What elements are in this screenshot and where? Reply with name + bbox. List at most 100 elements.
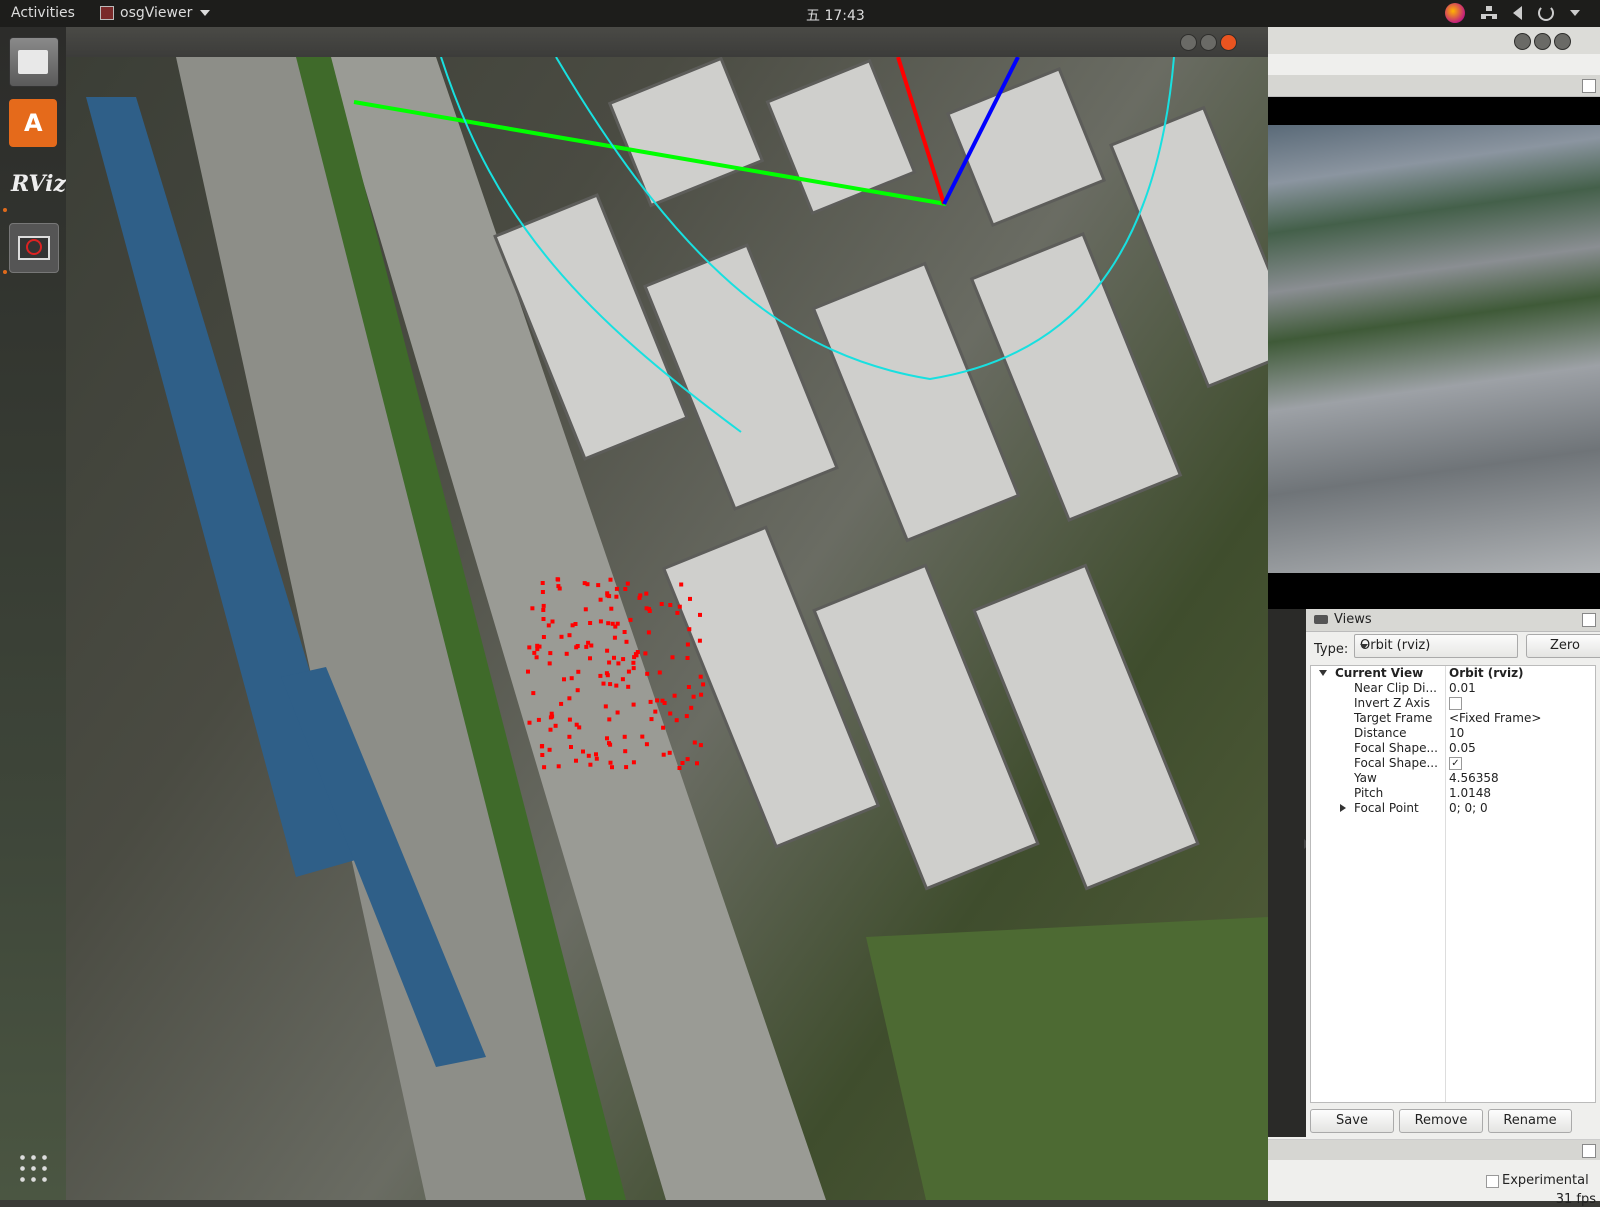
property-value[interactable]: 0.05 xyxy=(1449,741,1476,756)
point-marker xyxy=(530,606,535,611)
window-titlebar[interactable] xyxy=(66,27,1268,57)
maximize-icon[interactable] xyxy=(1534,33,1551,50)
point-marker xyxy=(615,710,620,715)
panel-float-checkbox[interactable] xyxy=(1582,1144,1596,1158)
point-marker xyxy=(549,711,554,716)
point-marker xyxy=(534,655,539,660)
point-marker xyxy=(607,660,612,665)
property-value[interactable]: 1.0148 xyxy=(1449,786,1491,801)
experimental-checkbox[interactable] xyxy=(1486,1175,1499,1188)
panel-float-checkbox[interactable] xyxy=(1582,79,1596,93)
point-marker xyxy=(620,677,625,682)
property-row[interactable]: Focal Shape... 0.05 xyxy=(1311,741,1595,756)
point-marker xyxy=(648,699,653,704)
point-marker xyxy=(583,607,588,612)
point-marker xyxy=(674,718,679,723)
power-icon[interactable] xyxy=(1538,5,1554,21)
point-marker xyxy=(644,742,649,747)
remove-button[interactable]: Remove xyxy=(1399,1109,1483,1133)
current-view-row[interactable]: Current View Orbit (rviz) xyxy=(1311,666,1595,681)
3d-viewport[interactable] xyxy=(66,57,1268,1200)
property-value[interactable]: 4.56358 xyxy=(1449,771,1499,786)
property-value[interactable]: 0; 0; 0 xyxy=(1449,801,1488,816)
volume-icon[interactable] xyxy=(1513,6,1522,20)
panel-float-checkbox[interactable] xyxy=(1582,613,1596,627)
point-marker xyxy=(646,630,651,635)
experimental-label: Experimental xyxy=(1502,1173,1589,1188)
point-marker xyxy=(644,591,649,596)
point-marker xyxy=(556,584,561,589)
point-marker xyxy=(661,752,666,757)
save-button[interactable]: Save xyxy=(1310,1109,1394,1133)
property-row[interactable]: Focal Point 0; 0; 0 xyxy=(1311,801,1595,816)
point-marker xyxy=(556,764,561,769)
top-bar: Activities osgViewer 五 17:43 xyxy=(0,0,1600,27)
expand-arrow-icon[interactable] xyxy=(1340,804,1346,812)
maximize-icon[interactable] xyxy=(1200,34,1217,51)
point-marker xyxy=(567,633,572,638)
property-name: Pitch xyxy=(1354,786,1384,800)
point-marker xyxy=(610,765,614,770)
rviz-icon[interactable]: RViz xyxy=(9,161,66,209)
point-marker xyxy=(691,694,696,699)
point-marker xyxy=(567,734,572,739)
property-row[interactable]: Invert Z Axis xyxy=(1311,696,1595,711)
point-marker xyxy=(547,661,552,666)
app-menu-label: osgViewer xyxy=(120,5,193,21)
point-marker xyxy=(640,734,645,739)
close-icon[interactable] xyxy=(1554,33,1571,50)
property-value[interactable]: <Fixed Frame> xyxy=(1449,711,1541,726)
point-marker xyxy=(623,749,628,754)
point-marker xyxy=(569,745,573,749)
rviz-label: RViz xyxy=(11,171,67,197)
dock: A RViz xyxy=(0,27,66,1200)
property-value[interactable]: 10 xyxy=(1449,726,1464,741)
camera-image xyxy=(1268,125,1600,573)
system-menu-chevron-icon[interactable] xyxy=(1570,10,1580,16)
vegetation-area xyxy=(866,917,1268,1200)
property-row[interactable]: Pitch 1.0148 xyxy=(1311,786,1595,801)
point-marker xyxy=(556,577,561,582)
show-applications-icon[interactable] xyxy=(17,1152,49,1184)
point-marker xyxy=(540,753,545,757)
rviz-titlebar[interactable] xyxy=(1268,27,1600,54)
minimize-icon[interactable] xyxy=(1180,34,1197,51)
firefox-tray-icon[interactable] xyxy=(1445,3,1465,23)
point-marker xyxy=(614,586,619,591)
point-marker xyxy=(535,643,540,648)
point-marker xyxy=(657,670,662,675)
software-store-icon[interactable]: A xyxy=(9,99,57,147)
point-marker xyxy=(598,619,603,624)
property-name: Distance xyxy=(1354,726,1407,740)
osgviewer-icon[interactable] xyxy=(9,223,59,273)
clock[interactable]: 五 17:43 xyxy=(806,5,865,25)
property-row[interactable]: Focal Shape... ✓ xyxy=(1311,756,1595,771)
point-marker xyxy=(562,677,566,682)
point-marker xyxy=(567,696,572,701)
view-type-select[interactable]: Orbit (rviz) xyxy=(1354,634,1518,658)
property-row[interactable]: Distance 10 xyxy=(1311,726,1595,741)
collapse-arrow-icon[interactable] xyxy=(1319,670,1327,676)
point-marker xyxy=(586,753,591,758)
point-marker xyxy=(635,650,640,654)
close-icon[interactable] xyxy=(1220,34,1237,51)
point-marker xyxy=(588,621,593,625)
focal-shape-checkbox[interactable]: ✓ xyxy=(1449,757,1462,770)
point-marker xyxy=(598,597,603,602)
property-value[interactable]: 0.01 xyxy=(1449,681,1476,696)
property-row[interactable]: Yaw 4.56358 xyxy=(1311,771,1595,786)
rename-button[interactable]: Rename xyxy=(1488,1109,1572,1133)
activities-button[interactable]: Activities xyxy=(11,5,75,21)
app-menu[interactable]: osgViewer xyxy=(100,5,211,21)
property-row[interactable]: Near Clip Di... 0.01 xyxy=(1311,681,1595,696)
property-row[interactable]: Target Frame <Fixed Frame> xyxy=(1311,711,1595,726)
property-name: Invert Z Axis xyxy=(1354,696,1431,710)
point-marker xyxy=(679,582,684,587)
network-icon[interactable] xyxy=(1481,6,1497,20)
store-glyph: A xyxy=(24,109,43,137)
minimize-icon[interactable] xyxy=(1514,33,1531,50)
invert-z-checkbox[interactable] xyxy=(1449,697,1462,710)
point-marker xyxy=(605,736,609,741)
zero-button[interactable]: Zero xyxy=(1526,634,1600,658)
files-icon[interactable] xyxy=(9,37,59,87)
